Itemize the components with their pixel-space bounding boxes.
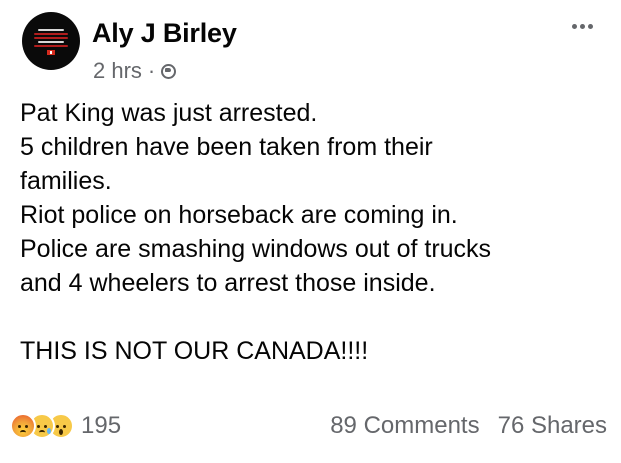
post-line: THIS IS NOT OUR CANADA!!!! [20,337,369,365]
reactions-summary[interactable]: 195 [10,412,121,440]
post-line: Pat King was just arrested. [20,99,318,127]
angry-reaction-icon [10,413,36,439]
post-line: 5 children have been taken from their [20,133,433,161]
post-line: Riot police on horseback are coming in. [20,201,458,229]
globe-icon [161,63,177,79]
post-stats: 89 Comments 76 Shares [330,412,607,440]
more-options-icon[interactable] [572,24,593,29]
reaction-count: 195 [81,412,122,439]
post-meta: 2 hrs · [93,58,177,84]
post-line: Police are smashing windows out of truck… [20,235,492,263]
post-timestamp[interactable]: 2 hrs [93,58,142,84]
post-line-blank [20,300,610,334]
meta-separator: · [147,58,156,83]
author-name[interactable]: Aly J Birley [92,18,237,49]
post-line: families. [20,167,112,195]
shares-count[interactable]: 76 Shares [498,412,607,440]
post-line: and 4 wheelers to arrest those inside. [20,269,436,297]
avatar[interactable] [22,12,80,70]
facebook-post: Aly J Birley 2 hrs · Pat King was just a… [0,0,621,463]
post-body: Pat King was just arrested. 5 children h… [20,96,610,368]
comments-count[interactable]: 89 Comments [330,412,479,440]
post-footer: 195 89 Comments 76 Shares [0,410,621,450]
